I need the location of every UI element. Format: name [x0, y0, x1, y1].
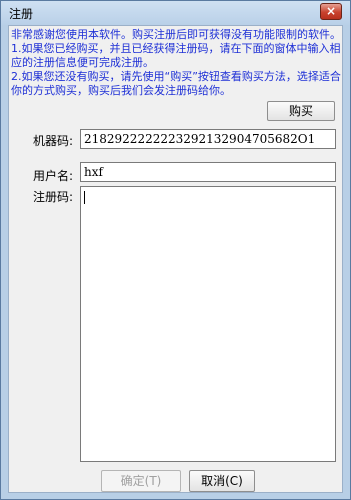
- username-label: 用户名:: [33, 169, 74, 183]
- close-icon: ×: [325, 4, 337, 18]
- info-text: 非常感谢您使用本软件。购买注册后即可获得没有功能限制的软件。 1.如果您已经购买…: [11, 28, 341, 98]
- info-line-3: 2.如果您还没有购买，请先使用“购买”按钮查看购买方法，选择适合你的方式购买，购…: [11, 70, 341, 97]
- window-title: 注册: [9, 7, 34, 21]
- ok-button[interactable]: 确定(T): [101, 470, 181, 492]
- text-caret: [84, 191, 85, 204]
- registration-code-field[interactable]: [80, 186, 336, 462]
- dialog-body: 非常感谢您使用本软件。购买注册后即可获得没有功能限制的软件。 1.如果您已经购买…: [8, 25, 343, 493]
- buy-button[interactable]: 购买: [267, 101, 335, 121]
- close-button[interactable]: ×: [320, 3, 342, 20]
- username-field[interactable]: hxf: [80, 162, 336, 182]
- machine-code-field[interactable]: 2182922222223292132904705682O1: [80, 129, 336, 149]
- register-window: 注册 × 非常感谢您使用本软件。购买注册后即可获得没有功能限制的软件。 1.如果…: [0, 0, 351, 500]
- title-bar: 注册 ×: [1, 1, 350, 25]
- registration-code-label: 注册码:: [33, 190, 74, 204]
- info-line-1: 非常感谢您使用本软件。购买注册后即可获得没有功能限制的软件。: [11, 28, 341, 41]
- info-line-2: 1.如果您已经购买，并且已经获得注册码，请在下面的窗体中输入相应的注册信息便可完…: [11, 42, 341, 69]
- machine-code-label: 机器码:: [33, 134, 74, 148]
- cancel-button[interactable]: 取消(C): [189, 470, 255, 492]
